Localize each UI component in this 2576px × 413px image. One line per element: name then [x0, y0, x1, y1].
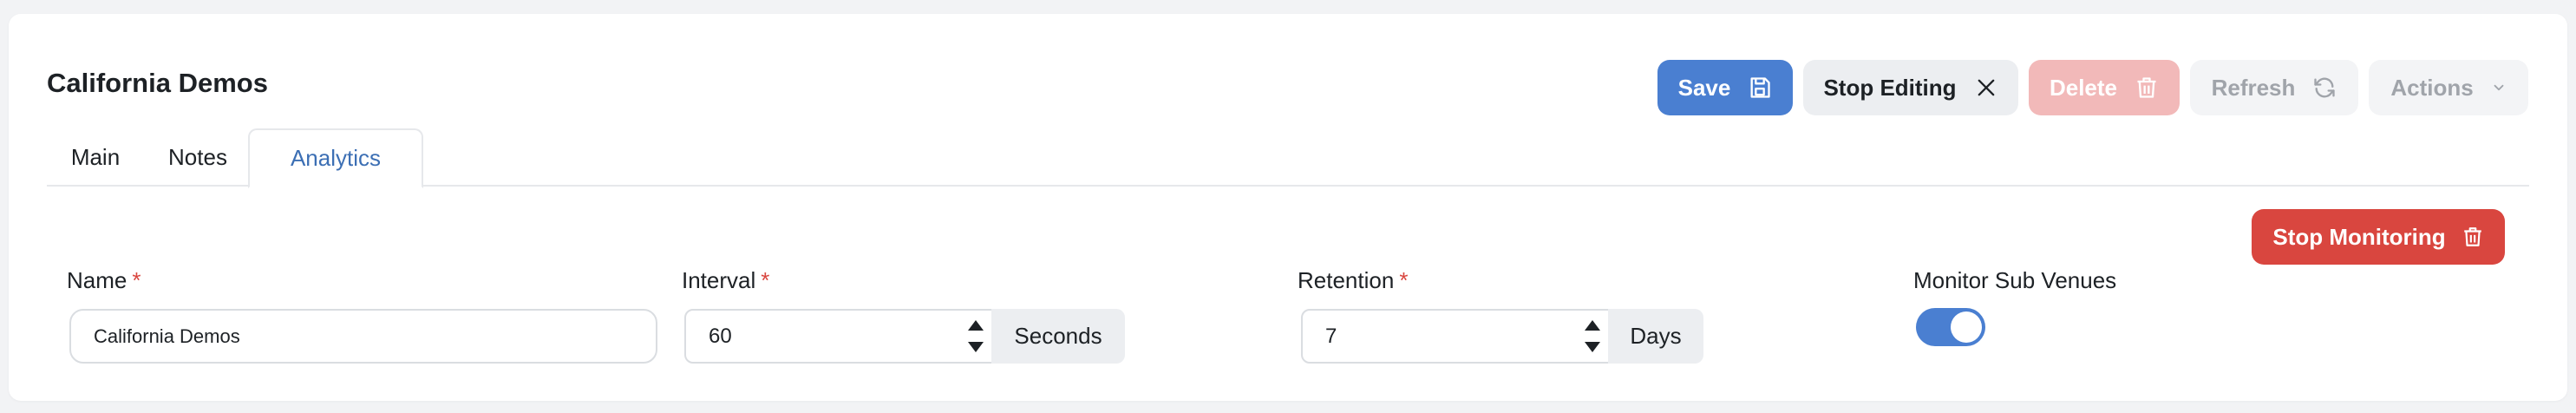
toggle-knob	[1951, 311, 1982, 343]
stepper-up-icon[interactable]	[1585, 319, 1600, 331]
stepper-up-icon[interactable]	[968, 319, 984, 331]
interval-label: Interval *	[682, 267, 769, 294]
monitor-sub-venues-toggle[interactable]	[1916, 308, 1985, 346]
name-input[interactable]: California Demos	[69, 309, 657, 364]
delete-button[interactable]: Delete	[2029, 60, 2180, 115]
close-icon	[1978, 79, 1994, 96]
save-button-label: Save	[1677, 74, 1731, 101]
interval-stepper[interactable]	[967, 314, 984, 358]
refresh-button-label: Refresh	[2211, 74, 2296, 101]
trash-icon	[2137, 77, 2156, 98]
retention-label: Retention *	[1298, 267, 1408, 294]
chevron-down-icon	[2494, 84, 2504, 91]
trash-icon	[2463, 227, 2481, 246]
stepper-down-icon[interactable]	[968, 342, 984, 353]
retention-input[interactable]: 7	[1301, 309, 1610, 364]
actions-dropdown-label: Actions	[2390, 74, 2474, 101]
stop-editing-button[interactable]: Stop Editing	[1803, 60, 2018, 115]
refresh-icon	[2314, 77, 2336, 98]
tab-bar: Main Notes Analytics	[47, 128, 2529, 188]
interval-label-text: Interval	[682, 267, 756, 293]
actions-dropdown[interactable]: Actions	[2369, 60, 2528, 115]
retention-input-value: 7	[1325, 324, 1337, 348]
interval-input[interactable]: 60	[684, 309, 993, 364]
tab-analytics[interactable]: Analytics	[248, 128, 423, 188]
interval-unit: Seconds	[991, 309, 1125, 364]
save-button[interactable]: Save	[1657, 60, 1793, 115]
stop-monitoring-button[interactable]: Stop Monitoring	[2252, 209, 2505, 265]
delete-button-label: Delete	[2049, 74, 2118, 101]
retention-label-text: Retention	[1298, 267, 1395, 293]
page-title: California Demos	[47, 68, 268, 98]
stop-monitoring-label: Stop Monitoring	[2272, 223, 2446, 250]
stepper-down-icon[interactable]	[1585, 342, 1600, 353]
interval-input-value: 60	[709, 324, 732, 348]
tab-notes[interactable]: Notes	[149, 128, 246, 187]
name-input-value: California Demos	[94, 324, 240, 347]
name-label: Name *	[67, 267, 141, 294]
stop-editing-label: Stop Editing	[1823, 74, 1957, 101]
tab-main[interactable]: Main	[47, 128, 144, 187]
required-mark: *	[761, 267, 770, 293]
name-label-text: Name	[67, 267, 127, 293]
retention-stepper[interactable]	[1584, 314, 1601, 358]
retention-unit: Days	[1608, 309, 1703, 364]
monitor-sub-venues-label: Monitor Sub Venues	[1913, 267, 2117, 293]
required-mark: *	[1399, 267, 1409, 293]
floppy-disk-icon	[1750, 77, 1771, 98]
refresh-button[interactable]: Refresh	[2190, 60, 2358, 115]
required-mark: *	[132, 267, 141, 293]
venue-card: California Demos Save Stop Editing Delet…	[9, 14, 2567, 401]
